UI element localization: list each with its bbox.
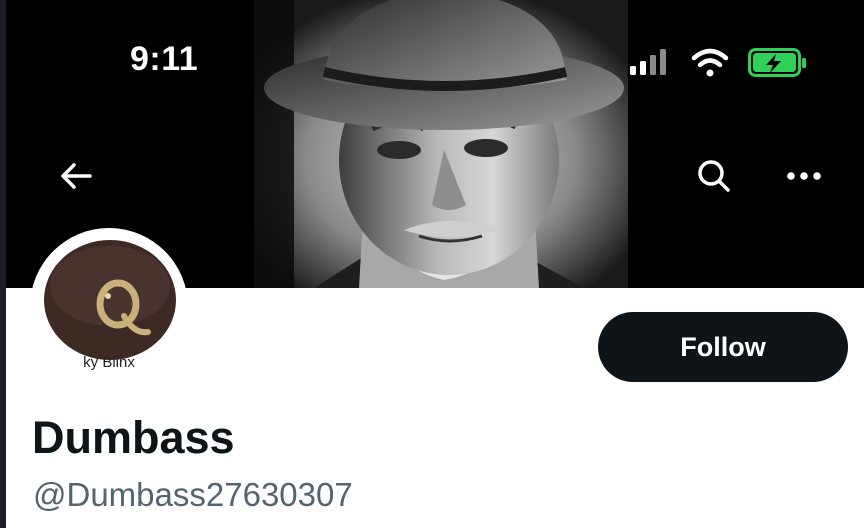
back-button[interactable] (48, 148, 104, 204)
status-icons (630, 48, 806, 77)
avatar[interactable]: ky Blinx (30, 228, 188, 386)
profile-screen: 9:11 ky Blinx Follow Dumbass @Dumbass276… (6, 0, 864, 528)
more-options-button[interactable] (776, 148, 832, 204)
arrow-left-icon (61, 163, 92, 189)
more-horizontal-icon (787, 172, 821, 180)
status-time: 9:11 (130, 40, 199, 78)
profile-display-name: Dumbass (32, 412, 235, 463)
avatar-caption: ky Blinx (83, 354, 135, 371)
follow-button[interactable]: Follow (598, 312, 848, 382)
cellular-signal-icon (630, 49, 666, 75)
search-button[interactable] (686, 148, 742, 204)
avatar-image: ky Blinx (38, 236, 180, 378)
profile-handle: @Dumbass27630307 (33, 476, 353, 513)
wifi-icon (691, 48, 729, 77)
battery-charging-icon (748, 48, 806, 77)
search-icon (698, 160, 730, 192)
banner-portrait-image (254, 0, 628, 288)
